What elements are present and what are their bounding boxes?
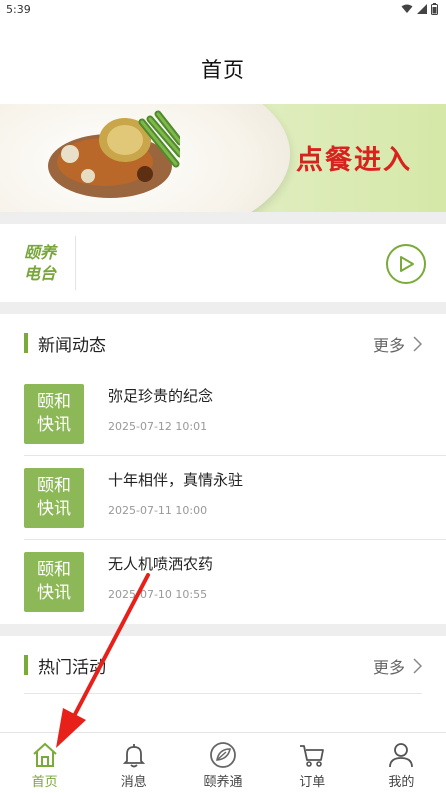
food-image	[48, 110, 180, 198]
status-icons	[401, 3, 438, 15]
news-section: 新闻动态 更多 颐和 快讯 弥足珍贵的纪念 2025-07-12 10:01 颐…	[0, 314, 446, 624]
radio-divider	[75, 236, 76, 290]
wifi-icon	[401, 4, 413, 13]
hot-more-label: 更多	[372, 658, 405, 677]
bell-icon	[122, 744, 145, 768]
radio-section: 颐养 电台	[0, 224, 446, 302]
hot-section-title: 热门活动	[38, 658, 106, 678]
hot-header: 热门活动 更多	[0, 636, 446, 694]
news-badge: 颐和 快讯	[24, 384, 84, 444]
news-badge: 颐和 快讯	[24, 552, 84, 612]
news-item[interactable]: 颐和 快讯 无人机喷洒农药 2025-07-10 10:55	[0, 540, 446, 624]
status-time: 5:39	[6, 3, 31, 16]
news-date: 2025-07-12 10:01	[108, 420, 208, 433]
header: 首页	[0, 22, 446, 104]
hot-section: 热门活动 更多	[0, 636, 446, 732]
news-more-label: 更多	[372, 336, 405, 355]
news-title: 十年相伴，真情永驻	[108, 471, 244, 489]
bottom-tab-bar: 首页 消息 颐养通 订单 我的	[0, 732, 446, 793]
chevron-right-icon	[413, 658, 422, 674]
cart-icon	[300, 745, 325, 767]
news-badge-line2: 快讯	[37, 415, 71, 435]
tab-home[interactable]: 首页	[0, 733, 89, 793]
news-more-link[interactable]: 更多	[373, 332, 422, 356]
news-badge-line1: 颐和	[37, 392, 71, 412]
tab-profile[interactable]: 我的	[357, 733, 446, 793]
section-accent-bar	[24, 333, 28, 353]
tab-label: 首页	[31, 775, 58, 790]
signal-icon	[417, 4, 427, 14]
radio-label[interactable]: 颐养 电台	[24, 242, 64, 284]
radio-label-line2: 电台	[24, 264, 57, 283]
news-badge-line1: 颐和	[37, 476, 71, 496]
news-header: 新闻动态 更多	[0, 314, 446, 372]
news-section-title: 新闻动态	[38, 336, 106, 356]
news-badge-line1: 颐和	[37, 560, 71, 580]
news-item[interactable]: 颐和 快讯 弥足珍贵的纪念 2025-07-12 10:01	[0, 372, 446, 456]
tab-label: 我的	[388, 775, 415, 790]
status-bar: 5:39	[0, 0, 446, 22]
news-badge-line2: 快讯	[37, 499, 71, 519]
leaf-icon	[210, 742, 236, 768]
order-banner[interactable]: 点餐进入	[0, 104, 446, 212]
play-button[interactable]	[386, 244, 426, 284]
section-accent-bar	[24, 655, 28, 675]
page-title: 首页	[201, 58, 245, 82]
home-icon	[32, 742, 57, 767]
person-icon	[389, 743, 414, 768]
radio-label-line1: 颐养	[24, 243, 57, 262]
banner-text: 点餐进入	[296, 145, 412, 176]
tab-label: 颐养通	[203, 775, 243, 790]
tab-label: 消息	[120, 775, 147, 790]
news-date: 2025-07-10 10:55	[108, 588, 208, 601]
tab-messages[interactable]: 消息	[89, 733, 178, 793]
news-date: 2025-07-11 10:00	[108, 504, 208, 517]
news-badge: 颐和 快讯	[24, 468, 84, 528]
play-icon	[400, 256, 414, 272]
news-title: 弥足珍贵的纪念	[108, 387, 214, 405]
news-title: 无人机喷洒农药	[108, 555, 214, 573]
tab-yiyangtong[interactable]: 颐养通	[178, 733, 267, 793]
tab-label: 订单	[299, 775, 326, 790]
news-item[interactable]: 颐和 快讯 十年相伴，真情永驻 2025-07-11 10:00	[0, 456, 446, 540]
hot-more-link[interactable]: 更多	[373, 654, 422, 678]
news-badge-line2: 快讯	[37, 583, 71, 603]
divider	[24, 693, 422, 694]
chevron-right-icon	[413, 336, 422, 352]
tab-orders[interactable]: 订单	[268, 733, 357, 793]
battery-icon	[431, 3, 438, 15]
